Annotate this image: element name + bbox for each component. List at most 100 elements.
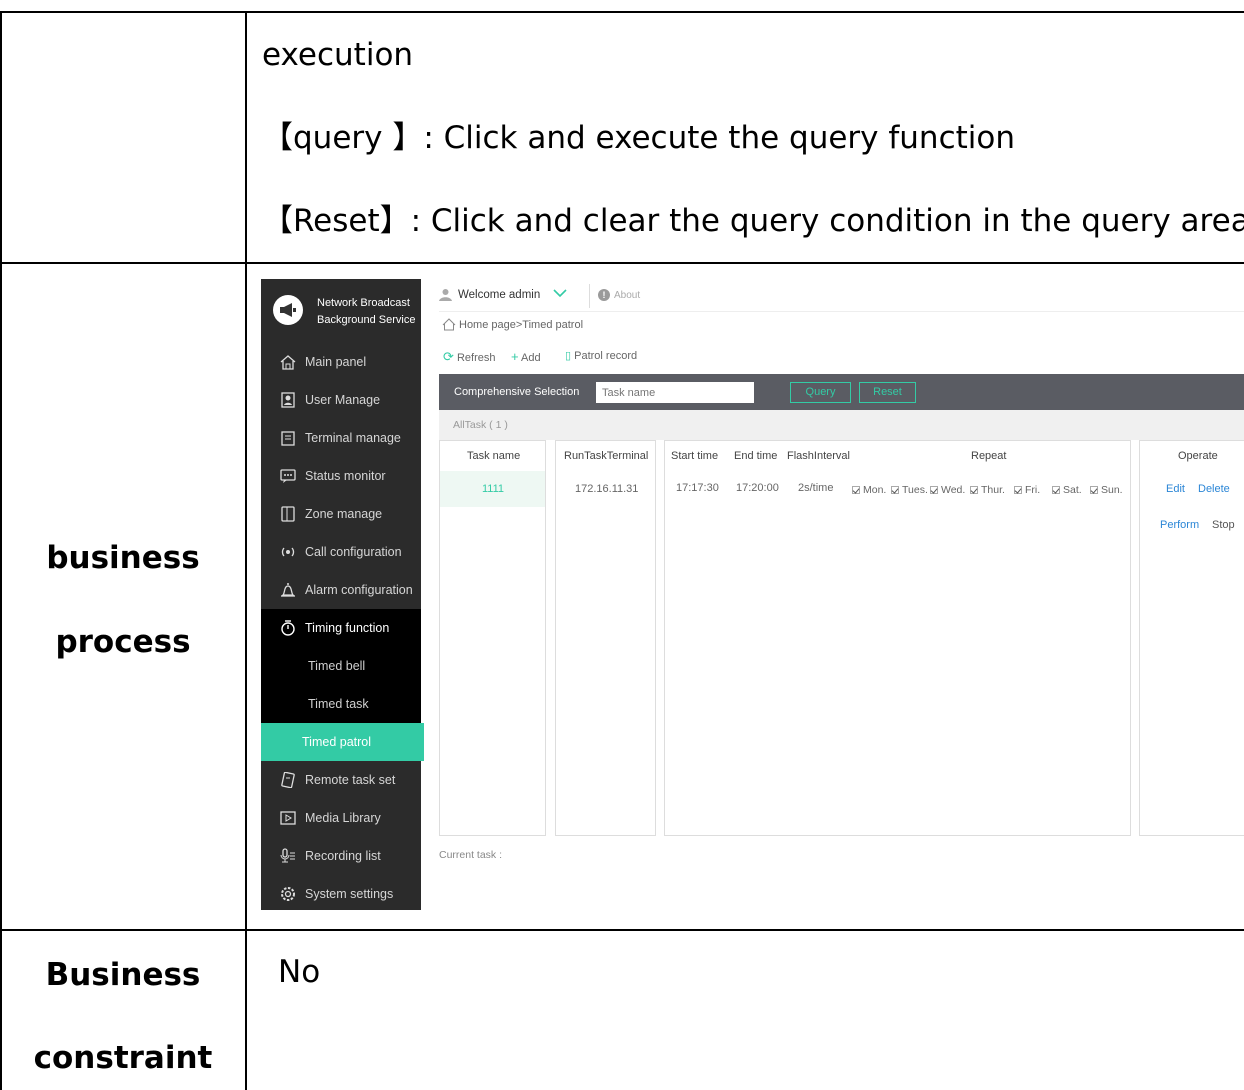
sidebar-item-system-settings[interactable]: System settings [261, 875, 421, 910]
header-run-task-terminal: RunTaskTerminal [564, 450, 649, 462]
sidebar-item-media-library[interactable]: Media Library [261, 799, 421, 837]
cell-terminal: 172.16.11.31 [575, 483, 639, 495]
repeat-day-label: Mon. [863, 484, 887, 496]
sidebar-item-zone-manage[interactable]: Zone manage [261, 495, 421, 533]
execution-text: execution [262, 37, 414, 73]
media-icon [280, 811, 296, 825]
repeat-day: Wed. [930, 484, 965, 496]
user-manage-icon [281, 392, 295, 408]
user-icon [439, 289, 452, 301]
reset-button[interactable]: Reset [859, 382, 916, 403]
checkbox-checked-icon [891, 486, 899, 494]
breadcrumb: Home page>Timed patrol [439, 311, 1244, 339]
repeat-day: Tues. [891, 484, 928, 496]
checkbox-checked-icon [1014, 486, 1022, 494]
sidebar-subitem-label: Timed patrol [302, 735, 372, 749]
sidebar-item-label: Terminal manage [305, 431, 401, 445]
header-operate: Operate [1178, 450, 1218, 462]
repeat-day-label: Sat. [1063, 484, 1082, 496]
refresh-icon: ⟳ [443, 349, 454, 364]
add-button[interactable]: + Add [511, 349, 541, 364]
info-icon: ! [598, 289, 610, 301]
process-label-line2: process [55, 624, 191, 660]
table-border-top [0, 11, 1244, 13]
reset-description: 【Reset】: Click and clear the query condi… [262, 203, 1244, 239]
sidebar-item-recording-list[interactable]: Recording list [261, 837, 421, 875]
sidebar-item-main-panel[interactable]: Main panel [261, 343, 421, 381]
terminal-panel: RunTaskTerminal 172.16.11.31 [555, 440, 656, 836]
header-repeat: Repeat [971, 450, 1007, 462]
sidebar-item-label: System settings [305, 887, 394, 901]
cell-task-name[interactable]: 1111 [482, 483, 504, 495]
sidebar-item-user-manage[interactable]: User Manage [261, 381, 421, 419]
breadcrumb-text[interactable]: Home page>Timed patrol [459, 319, 583, 331]
home-icon[interactable] [442, 318, 456, 331]
constraint-label-line1: Business [45, 957, 201, 993]
terminal-icon [281, 431, 295, 446]
sidebar-subitem-timed-task[interactable]: Timed task [261, 685, 421, 723]
query-button[interactable]: Query [790, 382, 851, 403]
brand-line1: Network Broadcast [317, 297, 410, 309]
bell-icon [281, 583, 295, 597]
header-end-time: End time [734, 450, 778, 462]
chevron-down-icon[interactable] [552, 287, 568, 299]
sidebar-subitem-label: Timed task [308, 697, 369, 711]
welcome-text: Welcome admin [458, 289, 541, 301]
stop-link[interactable]: Stop [1212, 519, 1235, 531]
sidebar-item-label: Recording list [305, 849, 381, 863]
cell-flash-interval: 2s/time [798, 482, 834, 494]
header-start-time: Start time [671, 450, 719, 462]
sidebar-item-remote-task-set[interactable]: Remote task set [261, 761, 421, 799]
header-task-name: Task name [467, 450, 521, 462]
header-flash-interval: FlashInterval [787, 450, 850, 462]
constraint-value: No [278, 954, 321, 990]
patrol-record-button[interactable]: ▯ Patrol record [565, 349, 637, 362]
sidebar-item-alarm-configuration[interactable]: Alarm configuration [261, 571, 421, 609]
task-count-bar: AllTask ( 1 ) [439, 410, 1244, 440]
refresh-button[interactable]: ⟳ Refresh [443, 349, 496, 365]
brand-title: Network Broadcast Background Service [317, 295, 415, 329]
operate-panel: Operate Edit Delete Perform Stop [1139, 440, 1244, 836]
repeat-day: Sat. [1052, 484, 1082, 496]
details-panel: Start time End time FlashInterval Repeat… [664, 440, 1131, 836]
filter-bar: Comprehensive Selection Query Reset [439, 374, 1244, 410]
app-screenshot: Network Broadcast Background Service Mai… [261, 279, 1244, 910]
sidebar-item-status-monitor[interactable]: Status monitor [261, 457, 421, 495]
process-label-line1: business [46, 540, 200, 576]
repeat-day-label: Thur. [981, 484, 1005, 496]
microphone-icon [280, 848, 295, 863]
repeat-day-label: Sun. [1101, 484, 1123, 496]
sidebar-item-label: Main panel [305, 355, 367, 369]
query-description: 【query 】: Click and execute the query fu… [262, 120, 1016, 156]
edit-link[interactable]: Edit [1166, 483, 1185, 495]
sidebar-subitem-timed-patrol[interactable]: Timed patrol [261, 723, 424, 761]
delete-link[interactable]: Delete [1198, 483, 1230, 495]
brand-line2: Background Service [317, 314, 416, 326]
sidebar-item-call-configuration[interactable]: Call configuration [261, 533, 421, 571]
timer-icon [281, 620, 295, 636]
plus-icon: + [511, 349, 519, 364]
sidebar-item-label: Timing function [305, 621, 390, 635]
brand: Network Broadcast Background Service [261, 279, 421, 339]
table-row-divider-2 [0, 929, 1244, 931]
task-name-input[interactable] [596, 382, 754, 403]
home-icon [280, 355, 296, 370]
sidebar-item-label: Remote task set [305, 773, 396, 787]
about-link[interactable]: About [614, 290, 640, 301]
sidebar-item-label: Call configuration [305, 545, 402, 559]
sidebar-item-terminal-manage[interactable]: Terminal manage [261, 419, 421, 457]
sidebar-item-label: Zone manage [305, 507, 383, 521]
add-label: Add [521, 352, 541, 364]
refresh-label: Refresh [456, 352, 496, 364]
cell-end-time: 17:20:00 [736, 482, 779, 494]
megaphone-icon [273, 295, 303, 325]
perform-link[interactable]: Perform [1160, 519, 1199, 531]
repeat-day-label: Fri. [1025, 484, 1041, 496]
sidebar-item-label: User Manage [305, 393, 381, 407]
sidebar-subitem-label: Timed bell [308, 659, 366, 673]
sidebar-subitem-timed-bell[interactable]: Timed bell [261, 647, 421, 685]
filter-label: Comprehensive Selection [454, 386, 580, 398]
sidebar-item-label: Media Library [305, 811, 381, 825]
checkbox-checked-icon [930, 486, 938, 494]
sidebar-item-timing-function[interactable]: Timing function [261, 609, 421, 647]
